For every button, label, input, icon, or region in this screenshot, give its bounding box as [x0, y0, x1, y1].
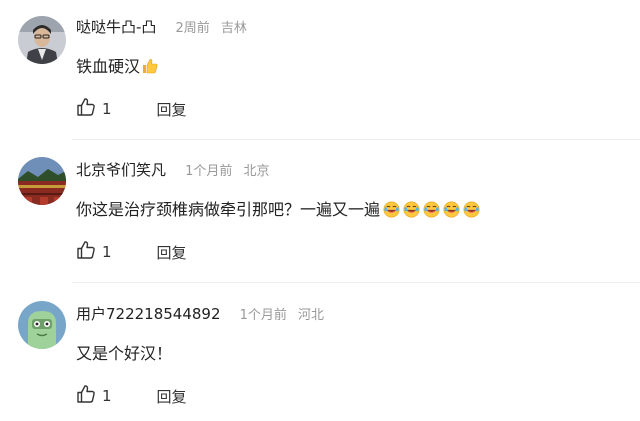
- emoji-group: [380, 200, 480, 219]
- comment-item: 北京爷们笑凡 1个月前 北京 你这是治疗颈椎病做牵引那吧？一遍又一遍 1 回复: [0, 140, 640, 283]
- thumbs-up-emoji-icon: [142, 58, 158, 80]
- comment-location: 河北: [298, 308, 325, 323]
- comment-actions: 1 回复: [76, 241, 187, 263]
- comment-meta: 哒哒牛凸-凸 2周前 吉林: [76, 17, 247, 39]
- comment-actions: 1 回复: [76, 385, 187, 407]
- comment-text: 铁血硬汉: [76, 57, 141, 76]
- thumbs-up-icon: [76, 384, 96, 408]
- laugh-cry-emoji-icon: [463, 201, 480, 218]
- user-avatar[interactable]: [18, 16, 66, 64]
- comment-location: 北京: [243, 164, 270, 179]
- username[interactable]: 北京爷们笑凡: [76, 161, 166, 179]
- comment-content: 又是个好汉！: [76, 343, 172, 365]
- username[interactable]: 用户722218544892: [76, 305, 221, 323]
- like-count: 1: [102, 387, 112, 405]
- comment-actions: 1 回复: [76, 98, 187, 120]
- like-count: 1: [102, 100, 112, 118]
- thumbs-up-icon: [76, 97, 96, 121]
- like-count: 1: [102, 243, 112, 261]
- reply-button[interactable]: 回复: [157, 99, 187, 120]
- like-button[interactable]: 1: [76, 384, 112, 408]
- comment-meta: 北京爷们笑凡 1个月前 北京: [76, 160, 270, 182]
- user-avatar[interactable]: [18, 301, 66, 349]
- laugh-cry-emoji-icon: [443, 201, 460, 218]
- reply-button[interactable]: 回复: [157, 386, 187, 407]
- thumbs-up-icon: [76, 240, 96, 264]
- user-avatar[interactable]: [18, 157, 66, 205]
- comment-content: 铁血硬汉: [76, 56, 158, 80]
- laugh-cry-emoji-icon: [423, 201, 440, 218]
- comment-item: 哒哒牛凸-凸 2周前 吉林 铁血硬汉 1 回复: [0, 0, 640, 140]
- laugh-cry-emoji-icon: [403, 201, 420, 218]
- comment-content: 你这是治疗颈椎病做牵引那吧？一遍又一遍: [76, 199, 480, 221]
- comment-item: 用户722218544892 1个月前 河北 又是个好汉！ 1 回复: [0, 283, 640, 421]
- comment-text: 又是个好汉！: [76, 344, 173, 363]
- comment-text: 你这是治疗颈椎病做牵引那吧？一遍又一遍: [76, 200, 381, 219]
- comment-time: 1个月前: [239, 308, 287, 323]
- laugh-cry-emoji-icon: [383, 201, 400, 218]
- comment-time: 1个月前: [185, 164, 233, 179]
- like-button[interactable]: 1: [76, 97, 112, 121]
- comment-meta: 用户722218544892 1个月前 河北: [76, 304, 324, 326]
- comment-time: 2周前: [175, 21, 210, 36]
- username[interactable]: 哒哒牛凸-凸: [76, 18, 156, 36]
- comment-location: 吉林: [220, 21, 247, 36]
- like-button[interactable]: 1: [76, 240, 112, 264]
- reply-button[interactable]: 回复: [157, 242, 187, 263]
